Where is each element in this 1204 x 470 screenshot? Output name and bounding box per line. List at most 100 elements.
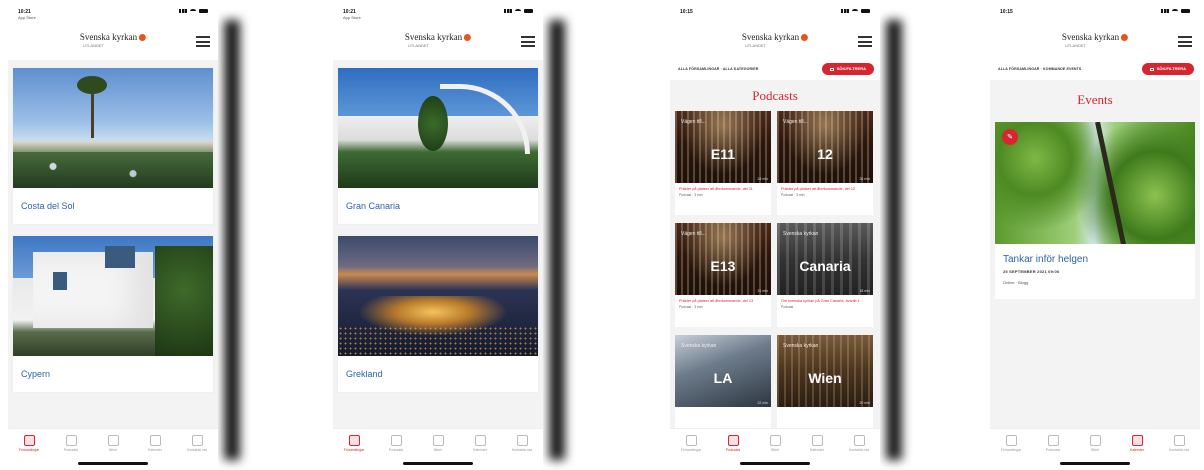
status-bar: 10:15 [990, 0, 1200, 28]
location-card[interactable]: Gran Canaria [338, 68, 538, 224]
status-time: 10:15 [1000, 9, 1013, 15]
hamburger-menu-icon[interactable] [858, 36, 872, 47]
signal-icon [504, 9, 512, 13]
people-icon [1173, 435, 1185, 446]
location-card[interactable]: Costa del Sol [13, 68, 213, 224]
phone-screen-3: 10:15 Svenska kyrkan UTLANDET ALLA FÖRSA… [670, 0, 902, 470]
search-filter-button[interactable]: SÖK/FILTRERA [1141, 63, 1194, 75]
brand-logo[interactable]: Svenska kyrkan UTLANDET [742, 32, 809, 48]
phone-screen-2: 10:21 App Store Svenska kyrkan UTLANDET G… [333, 0, 565, 470]
hamburger-menu-icon[interactable] [196, 36, 210, 47]
podcast-thumbnail: Vägen till... E13 31 min [675, 223, 771, 295]
mic-icon [390, 435, 402, 446]
logo-dot-icon [464, 33, 472, 41]
app-header: Svenska kyrkan UTLANDET [670, 28, 880, 58]
logo-dot-icon [801, 33, 809, 41]
podcast-meta: Podcast · 3 min [679, 305, 703, 309]
location-card[interactable]: Cypern [13, 236, 213, 392]
status-time: 10:15 [680, 9, 693, 15]
brand-sub: UTLANDET [1064, 43, 1086, 48]
filter-icon [829, 67, 834, 71]
pin-icon [685, 435, 697, 446]
podcast-tile[interactable]: Vägen till... 12 26 min Präster på platser… [777, 111, 873, 215]
signal-icon [1161, 9, 1169, 13]
podcast-thumbnail: Svenska kyrkan Canaria 18 min [777, 223, 873, 295]
podcast-meta: Podcast · 3 min [781, 193, 805, 197]
location-card[interactable]: Grekland [338, 236, 538, 392]
signal-icon [179, 9, 187, 13]
app-header: Svenska kyrkan UTLANDET [8, 28, 218, 60]
event-date: 25 SEPTEMBER 2021 09:00 [1003, 269, 1060, 274]
podcast-title: Präster på platser att återkommande, del… [679, 299, 754, 303]
event-location: Online · Blogg [1003, 280, 1029, 285]
status-bar: 10:21 App Store [333, 0, 543, 28]
mic-icon [1047, 435, 1059, 446]
people-icon [853, 435, 865, 446]
hamburger-menu-icon[interactable] [521, 36, 535, 47]
podcast-title: Om svenska kyrkan på Gran Canaria, avsni… [781, 299, 860, 303]
logo-dot-icon [139, 33, 147, 41]
back-to-app-store[interactable]: App Store [18, 15, 36, 21]
podcast-thumbnail: Vägen till... 12 26 min [777, 111, 873, 183]
podcast-tile[interactable]: Svenska kyrkan Wien 20 min [777, 335, 873, 439]
book-icon [769, 435, 781, 446]
location-label: Cypern [21, 369, 51, 379]
tab-forsamlingar[interactable]: Församlingar [336, 435, 372, 470]
brand-logo[interactable]: Svenska kyrkan UTLANDET [405, 32, 472, 48]
book-icon [107, 435, 119, 446]
battery-icon [199, 9, 208, 13]
filter-bar: ALLA FÖRSAMLINGAR · KOMMANDE EVENTS SÖK/… [990, 58, 1200, 80]
location-label: Costa del Sol [21, 201, 75, 211]
wifi-icon [515, 9, 521, 13]
tab-forsamlingar[interactable]: Församlingar [993, 435, 1029, 470]
search-filter-button[interactable]: SÖK/FILTRERA [821, 63, 874, 75]
wifi-icon [852, 9, 858, 13]
calendar-icon [149, 435, 161, 446]
tab-kontakt[interactable]: Kontakta oss [841, 435, 877, 470]
tab-kontakt[interactable]: Kontakta oss [1161, 435, 1197, 470]
podcast-title: Präster på platser att återkommande, del… [781, 187, 856, 191]
pin-icon [23, 435, 35, 446]
app-header: Svenska kyrkan UTLANDET [333, 28, 543, 60]
tab-forsamlingar[interactable]: Församlingar [673, 435, 709, 470]
page-title: Podcasts [752, 88, 798, 103]
people-icon [191, 435, 203, 446]
pin-icon [1005, 435, 1017, 446]
book-icon [1089, 435, 1101, 446]
battery-icon [861, 9, 870, 13]
wifi-icon [190, 9, 196, 13]
podcast-thumbnail: Vägen till... E11 24 min [675, 111, 771, 183]
home-indicator [403, 462, 473, 465]
filter-icon [1149, 67, 1154, 71]
tab-kontakt[interactable]: Kontakta oss [179, 435, 215, 470]
back-to-app-store[interactable]: App Store [343, 15, 361, 21]
location-image [338, 236, 538, 356]
event-title: Tankar inför helgen [1003, 254, 1089, 265]
people-icon [516, 435, 528, 446]
brand-logo[interactable]: Svenska kyrkan UTLANDET [1061, 32, 1129, 48]
podcast-tile[interactable]: Svenska kyrkan LA 22 min [675, 335, 771, 439]
podcast-thumbnail: Svenska kyrkan LA 22 min [675, 335, 771, 407]
tab-forsamlingar[interactable]: Församlingar [11, 435, 47, 470]
home-indicator [1060, 462, 1130, 465]
hamburger-menu-icon[interactable] [1178, 36, 1192, 47]
podcast-grid: Vägen till... E11 24 min Präster på platse… [670, 111, 880, 439]
mic-icon [65, 435, 77, 446]
brand-logo[interactable]: Svenska kyrkan UTLANDET [80, 32, 147, 48]
tab-kontakt[interactable]: Kontakta oss [504, 435, 540, 470]
home-indicator [740, 462, 810, 465]
calendar-icon [474, 435, 486, 446]
calendar-icon [1131, 435, 1143, 446]
podcast-tile[interactable]: Vägen till... E11 24 min Präster på platse… [675, 111, 771, 215]
status-bar: 10:15 [670, 0, 880, 28]
brand-sub: UTLANDET [407, 43, 429, 48]
brand-name: Svenska kyrkan [1061, 32, 1120, 42]
location-image [338, 68, 538, 188]
podcast-tile[interactable]: Svenska kyrkan Canaria 18 min Om svenska k… [777, 223, 873, 327]
filter-bar: ALLA FÖRSAMLINGAR · ALLA KATEGORIER SÖK/… [670, 58, 880, 80]
filter-breadcrumb[interactable]: ALLA FÖRSAMLINGAR · KOMMANDE EVENTS [998, 67, 1081, 71]
event-card[interactable]: ✎ Tankar inför helgen 25 SEPTEMBER 2021 … [995, 122, 1195, 299]
filter-breadcrumb[interactable]: ALLA FÖRSAMLINGAR · ALLA KATEGORIER [678, 67, 759, 71]
podcast-tile[interactable]: Vägen till... E13 31 min Präster på platse… [675, 223, 771, 327]
book-icon [432, 435, 444, 446]
